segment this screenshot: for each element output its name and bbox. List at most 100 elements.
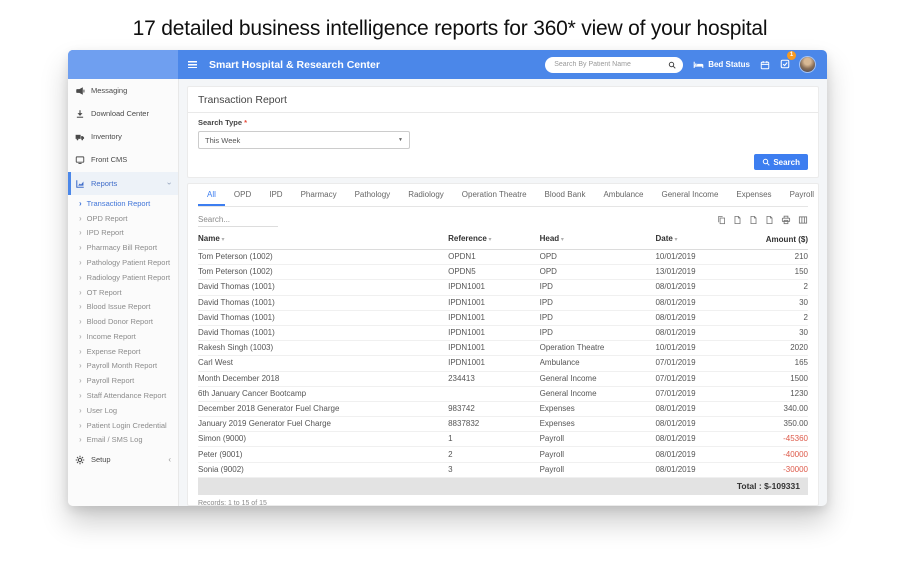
app-header: Smart Hospital & Research Center Bed Sta…: [68, 50, 827, 79]
chevron-right-icon: ›: [79, 406, 82, 415]
tab-operation-theatre[interactable]: Operation Theatre: [453, 184, 536, 206]
sidebar-item-setup[interactable]: Setup ‹: [68, 448, 178, 471]
sidebar-item-inventory[interactable]: Inventory: [68, 125, 178, 148]
tab-ipd[interactable]: IPD: [260, 184, 291, 206]
table-row: David Thomas (1001)IPDN1001IPD08/01/2019…: [198, 310, 808, 325]
chevron-right-icon: ›: [79, 258, 82, 267]
sidebar-item-payroll-report[interactable]: ›Payroll Report: [68, 373, 178, 388]
sidebar-item-staff-attendance-report[interactable]: ›Staff Attendance Report: [68, 388, 178, 403]
tab-pharmacy[interactable]: Pharmacy: [292, 184, 346, 206]
column-header-name[interactable]: Name ▾: [198, 229, 448, 250]
cell-name: December 2018 Generator Fuel Charge: [198, 401, 448, 416]
tab-general-income[interactable]: General Income: [653, 184, 728, 206]
sidebar-subitem-label: Payroll Month Report: [87, 361, 157, 370]
sidebar-item-email-sms-log[interactable]: ›Email / SMS Log: [68, 433, 178, 448]
tab-radiology[interactable]: Radiology: [399, 184, 453, 206]
cell-head: Ambulance: [540, 356, 656, 371]
download-icon: [75, 109, 85, 119]
sidebar-item-pathology-patient-report[interactable]: › Pathology Patient Report: [68, 255, 178, 270]
chevron-right-icon: ›: [79, 435, 82, 444]
cell-amount: 1500: [759, 371, 808, 386]
excel-icon[interactable]: [733, 215, 742, 225]
column-header-amount[interactable]: Amount ($): [759, 229, 808, 250]
sidebar-item-download-center[interactable]: Download Center: [68, 102, 178, 125]
cell-reference: IPDN1001: [448, 325, 540, 340]
sidebar-item-pharmacy-bill-report[interactable]: ›Pharmacy Bill Report: [68, 240, 178, 255]
table-search-input[interactable]: [198, 213, 278, 227]
cell-name: David Thomas (1001): [198, 310, 448, 325]
sidebar-item-patient-login-credential[interactable]: ›Patient Login Credential: [68, 418, 178, 433]
search-icon[interactable]: [668, 61, 676, 69]
tab-ambulance[interactable]: Ambulance: [594, 184, 652, 206]
sidebar-item-blood-issue-report[interactable]: ›Blood Issue Report: [68, 299, 178, 314]
cell-amount: 2020: [759, 341, 808, 356]
header-actions: Bed Status 1: [545, 56, 827, 74]
print-icon[interactable]: [781, 215, 791, 225]
sidebar-item-reports[interactable]: Reports ›: [68, 172, 178, 195]
sidebar-item-income-report[interactable]: ›Income Report: [68, 329, 178, 344]
sidebar-item-ot-report[interactable]: ›OT Report: [68, 285, 178, 300]
pdf-icon[interactable]: [765, 215, 774, 225]
sidebar-item-expense-report[interactable]: ›Expense Report: [68, 344, 178, 359]
column-header-head[interactable]: Head ▾: [540, 229, 656, 250]
sidebar-item-blood-donor-report[interactable]: ›Blood Donor Report: [68, 314, 178, 329]
search-type-select[interactable]: This Week ▼: [198, 131, 410, 149]
tasks-button[interactable]: 1: [780, 56, 790, 74]
tab-pathology[interactable]: Pathology: [346, 184, 400, 206]
copy-icon[interactable]: [717, 215, 726, 225]
chevron-right-icon: ›: [79, 199, 82, 208]
tab-all[interactable]: All: [198, 184, 225, 206]
export-toolbar: [717, 215, 808, 227]
sidebar-item-payroll-month-report[interactable]: ›Payroll Month Report: [68, 359, 178, 374]
table-row: David Thomas (1001)IPDN1001IPD08/01/2019…: [198, 325, 808, 340]
patient-search[interactable]: [545, 57, 683, 73]
chevron-right-icon: ›: [79, 376, 82, 385]
cell-name: Sonia (9002): [198, 462, 448, 477]
notification-badge: 1: [787, 51, 796, 60]
sidebar-subitem-label: OT Report: [87, 288, 122, 297]
sort-icon: ▾: [673, 237, 678, 243]
sidebar-item-user-log[interactable]: ›User Log: [68, 403, 178, 418]
calendar-icon[interactable]: [760, 60, 770, 70]
column-header-reference[interactable]: Reference ▾: [448, 229, 540, 250]
tab-payroll[interactable]: Payroll: [781, 184, 823, 206]
sidebar-subitem-label: Blood Donor Report: [87, 317, 153, 326]
columns-icon[interactable]: [798, 215, 808, 225]
sidebar-item-messaging[interactable]: Messaging: [68, 79, 178, 102]
table-row: David Thomas (1001)IPDN1001IPD08/01/2019…: [198, 295, 808, 310]
search-type-label: Search Type*: [198, 118, 808, 127]
megaphone-icon: [75, 86, 85, 96]
tab-blood-bank[interactable]: Blood Bank: [536, 184, 595, 206]
cell-date: 08/01/2019: [655, 401, 759, 416]
cell-head: IPD: [540, 280, 656, 295]
bed-status-button[interactable]: Bed Status: [693, 60, 750, 69]
sidebar-item-ipd-report[interactable]: ›IPD Report: [68, 226, 178, 241]
app-title: Smart Hospital & Research Center: [209, 59, 380, 71]
hamburger-menu-icon[interactable]: [188, 61, 197, 68]
cell-head: Expenses: [540, 401, 656, 416]
sidebar-subitem-label: Transaction Report: [87, 199, 151, 208]
column-header-date[interactable]: Date ▾: [655, 229, 759, 250]
table-row: January 2019 Generator Fuel Charge883783…: [198, 417, 808, 432]
cell-amount: 30: [759, 295, 808, 310]
csv-icon[interactable]: [749, 215, 758, 225]
truck-icon: [75, 132, 85, 142]
cell-date: 08/01/2019: [655, 447, 759, 462]
tab-expenses[interactable]: Expenses: [727, 184, 780, 206]
avatar[interactable]: [800, 57, 815, 72]
cell-head: Payroll: [540, 432, 656, 447]
sidebar-top-items: MessagingDownload CenterInventoryFront C…: [68, 79, 178, 171]
search-button[interactable]: Search: [754, 154, 808, 170]
search-icon: [762, 158, 770, 166]
sidebar-item-opd-report[interactable]: ›OPD Report: [68, 211, 178, 226]
cell-date: 08/01/2019: [655, 462, 759, 477]
cell-amount: 340.00: [759, 401, 808, 416]
sidebar-subitem-label: Pathology Patient Report: [87, 258, 170, 267]
monitor-icon: [75, 155, 85, 165]
sidebar-item-radiology-patient-report[interactable]: ›Radiology Patient Report: [68, 270, 178, 285]
chevron-right-icon: ›: [79, 228, 82, 237]
sidebar-item-front-cms[interactable]: Front CMS: [68, 148, 178, 171]
tab-opd[interactable]: OPD: [225, 184, 260, 206]
sidebar-item-transaction-report[interactable]: › Transaction Report: [68, 196, 178, 211]
patient-search-input[interactable]: [552, 60, 664, 69]
